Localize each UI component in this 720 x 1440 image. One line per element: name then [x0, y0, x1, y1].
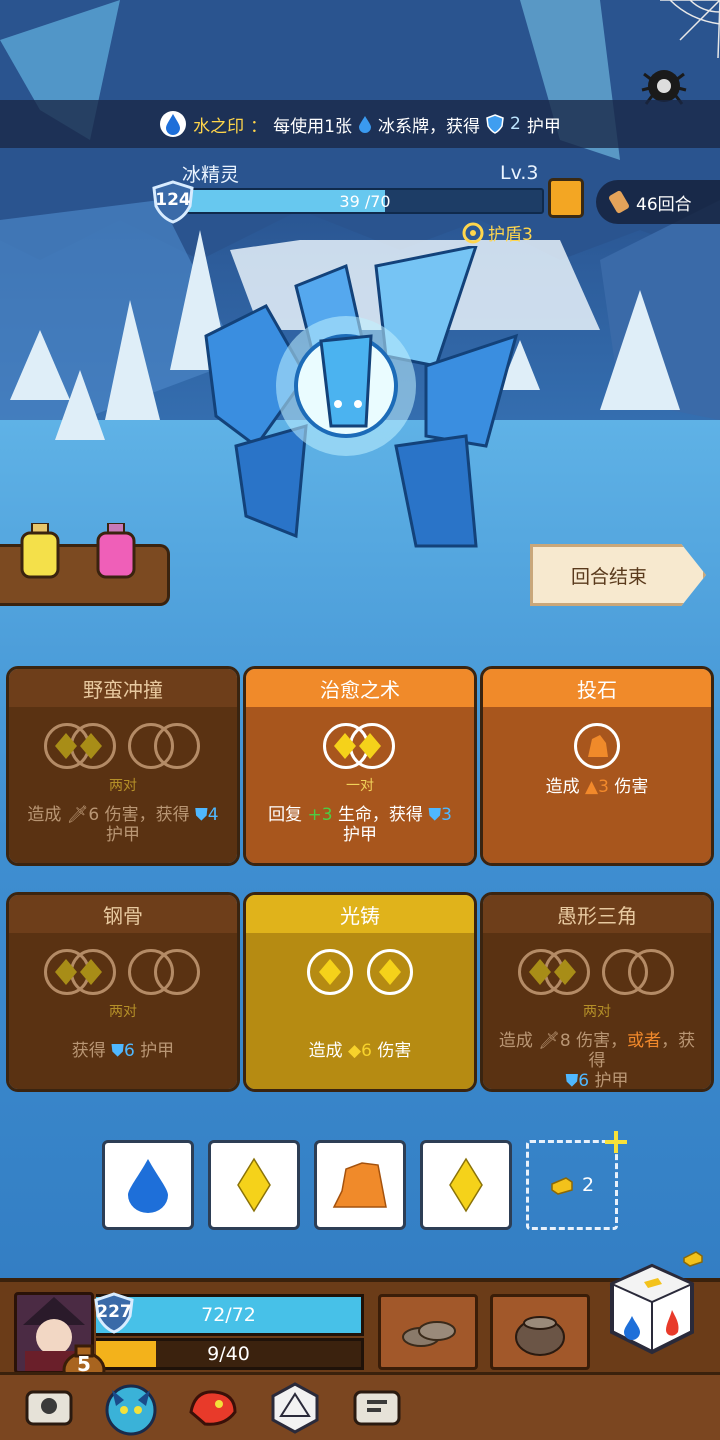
- turn-counter-label: 46回合: [636, 194, 692, 215]
- pair-slot-empty: [128, 947, 202, 997]
- single-slot: [572, 721, 622, 771]
- yellow-diamond-icon: [449, 1157, 483, 1213]
- banner-armor-value: 2: [510, 114, 521, 134]
- add-slot-count: 2: [581, 1174, 595, 1196]
- card-requirement: 两对: [109, 778, 137, 794]
- card-title: 钢骨: [9, 895, 237, 933]
- card-title: 野蛮冲撞: [9, 669, 237, 707]
- card-title: 治愈之术: [246, 669, 474, 707]
- pair-slot-empty: [128, 721, 202, 771]
- card-requirement: 两对: [109, 1004, 137, 1020]
- rock-icon: [588, 735, 608, 757]
- enemy-hp-bar: 39 /70: [186, 188, 544, 214]
- pair-slot: [323, 721, 397, 771]
- pair-slot: [44, 947, 118, 997]
- nav-rune-scroll-icon[interactable]: [348, 1380, 406, 1436]
- water-drop-icon: [128, 1159, 168, 1213]
- gold-bar-icon: [551, 1177, 573, 1195]
- player-xp-text: 9/40: [207, 1343, 250, 1365]
- card-description: 造成 ◆6 伤害: [308, 1041, 412, 1061]
- relic-slot-pot[interactable]: [490, 1294, 590, 1370]
- card-description: 回复 +3 生命，获得 ⛊3 护甲: [268, 805, 452, 845]
- card-title: 愚形三角: [483, 895, 711, 933]
- single-slot: [365, 947, 415, 997]
- yellow-potion-icon[interactable]: [18, 523, 62, 581]
- armor-ring-icon: [462, 222, 484, 243]
- seal-effect-banner: 水之印： 每使用1张 冰系牌，获得 2 护甲: [0, 100, 720, 148]
- card-requirement: 两对: [583, 1004, 611, 1020]
- nav-dragon-icon[interactable]: [184, 1380, 242, 1436]
- pair-slot: [518, 947, 592, 997]
- treasure-pot-icon: [515, 1316, 565, 1356]
- plus-icon: [605, 1131, 627, 1153]
- end-turn-button[interactable]: 回合结束: [530, 544, 706, 606]
- gold-bar-icon: [683, 1251, 703, 1267]
- dice-water[interactable]: [102, 1140, 194, 1230]
- enemy-level: Lv.3: [500, 162, 539, 184]
- player-xp-bar: 9/40: [96, 1338, 364, 1370]
- turn-counter: 46回合: [596, 180, 720, 224]
- potion-shelf: [0, 523, 170, 606]
- banner-text-b: 冰系牌，获得: [378, 116, 480, 137]
- enemy-info-book-icon[interactable]: [548, 178, 584, 218]
- card-requirement: 一对: [346, 778, 374, 794]
- single-slot: [305, 947, 355, 997]
- coin-stack-icon: [402, 1321, 456, 1347]
- roll-dice-button-icon[interactable]: [606, 1260, 698, 1356]
- card-description: 获得 ⛊6 护甲: [71, 1041, 175, 1061]
- pair-slot: [44, 721, 118, 771]
- seal-separator: ：: [250, 116, 268, 137]
- player-shield-badge: 227: [94, 1292, 134, 1334]
- nav-d20-dice-icon[interactable]: [266, 1380, 324, 1436]
- card-foolish-triangle[interactable]: 愚形三角 两对 造成 🗡8 伤害，或者，获得 ⛊6 护甲: [480, 892, 714, 1092]
- enemy-armor-status: 护盾3: [462, 220, 533, 245]
- enemy-shield-value: 124: [155, 190, 191, 210]
- card-description: 造成 🗡6 伤害，获得 ⛊4 护甲: [27, 805, 219, 845]
- ice-golem-sprite: [204, 246, 519, 548]
- card-stone-throw[interactable]: 投石 造成 ▲3 伤害: [480, 666, 714, 866]
- enemy-armor-label: 护盾3: [488, 225, 533, 245]
- scroll-icon: [609, 190, 629, 214]
- banner-text-c: 护甲: [526, 116, 561, 137]
- nav-monster-icon[interactable]: [102, 1380, 160, 1436]
- player-shield-value: 227: [96, 1302, 132, 1322]
- relic-slot-coins[interactable]: [378, 1294, 478, 1370]
- spider-web-decoration: [660, 0, 720, 59]
- card-steel-bone[interactable]: 钢骨 两对 获得 ⛊6 护甲: [6, 892, 240, 1092]
- bottom-navigation: [0, 1372, 720, 1440]
- enemy-hp-text: 39 /70: [339, 191, 391, 211]
- player-hp-bar: 72/72: [96, 1294, 364, 1336]
- orange-rock-icon: [332, 1162, 387, 1208]
- player-hp-text: 72/72: [201, 1304, 256, 1326]
- card-barbaric-charge[interactable]: 野蛮冲撞 两对 造成 🗡6 伤害，获得 ⛊4 护甲: [6, 666, 240, 866]
- banner-text-a: 每使用1张: [273, 116, 352, 137]
- add-dice-slot[interactable]: 2: [526, 1131, 627, 1230]
- pink-potion-icon[interactable]: [94, 523, 138, 581]
- nav-skull-scroll-icon[interactable]: [20, 1380, 78, 1436]
- card-light-forge[interactable]: 光铸 造成 ◆6 伤害: [243, 892, 477, 1092]
- water-seal-icon: [160, 111, 187, 137]
- enemy-shield-badge: 124: [152, 180, 194, 224]
- dice-diamond[interactable]: [208, 1140, 300, 1230]
- shield-icon: [486, 114, 504, 134]
- card-description: 造成 🗡8 伤害，或者，获得 ⛊6 护甲: [498, 1031, 696, 1091]
- dice-diamond[interactable]: [420, 1140, 512, 1230]
- water-drop-icon: [359, 116, 371, 133]
- card-description: 造成 ▲3 伤害: [545, 777, 649, 797]
- card-title: 投石: [483, 669, 711, 707]
- battle-scene: 水之印： 每使用1张 冰系牌，获得 2 护甲 冰精灵 Lv.3 39 /70 1…: [0, 0, 720, 1440]
- yellow-diamond-icon: [237, 1157, 271, 1213]
- pair-slot-empty: [602, 947, 676, 997]
- card-healing-art[interactable]: 治愈之术 一对 回复 +3 生命，获得 ⛊3 护甲: [243, 666, 477, 866]
- card-title: 光铸: [246, 895, 474, 933]
- dice-rock[interactable]: [314, 1140, 406, 1230]
- seal-label: 水之印: [193, 116, 245, 137]
